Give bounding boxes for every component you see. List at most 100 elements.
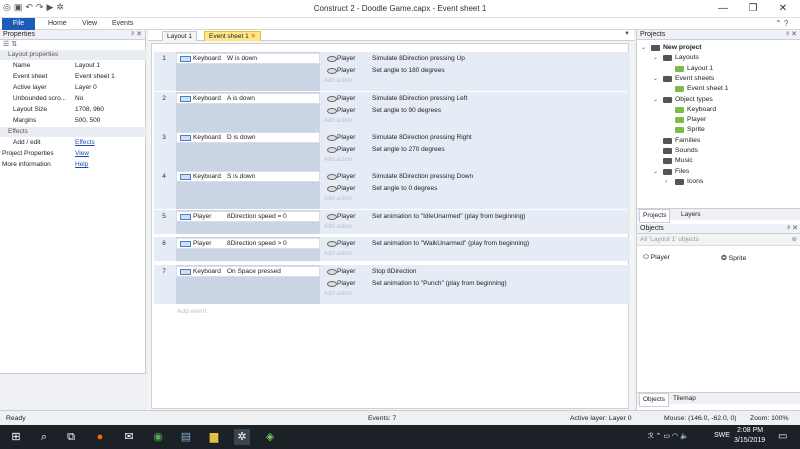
tree-folder-families[interactable]: Families [637, 136, 800, 146]
action-row[interactable]: Player Set angle to 270 degrees [322, 144, 630, 155]
tab-tilemap[interactable]: Tilemap [673, 393, 696, 405]
property-link[interactable]: Effects [75, 138, 95, 148]
tree-object-player[interactable]: Player [637, 115, 800, 125]
action-row[interactable]: Player Simulate 8Direction pressing Down [322, 171, 630, 182]
property-row[interactable]: Active layer Layer 0 [0, 83, 146, 93]
condition[interactable]: Keyboard A is down [176, 93, 320, 104]
add-action-link[interactable]: Add action [324, 157, 352, 163]
action-row[interactable]: Player Simulate 8Direction pressing Up [322, 53, 630, 64]
mail-icon[interactable]: ✉ [121, 429, 137, 445]
tree-folder-icons[interactable]: › Icons [637, 177, 800, 187]
tree-project-root[interactable]: ⌄ New project [637, 43, 800, 53]
panel-pin-close-icon[interactable]: ᵖ ✕ [788, 224, 798, 234]
tree-folder-event-sheets[interactable]: ⌄ Event sheets [637, 74, 800, 84]
file-explorer-icon[interactable]: ▆ [206, 429, 222, 445]
property-section[interactable]: Layout properties [0, 50, 146, 60]
tray-date[interactable]: 3/15/2019 [734, 437, 765, 444]
tree-layout-1[interactable]: Layout 1 [637, 64, 800, 74]
panel-pin-close-icon[interactable]: ᵖ ✕ [787, 30, 797, 40]
tree-folder-files[interactable]: ⌄ Files [637, 167, 800, 177]
chevron-down-icon[interactable]: ⌄ [653, 74, 658, 84]
event-block[interactable]: 7 Keyboard On Space pressed Player Stop 8Dir… [154, 265, 630, 304]
condition[interactable]: Keyboard On Space pressed [176, 266, 320, 277]
chevron-down-icon[interactable]: ⌄ [653, 167, 658, 177]
condition[interactable]: Keyboard W is down [176, 53, 320, 64]
event-block[interactable]: 2 Keyboard A is down Player Simulate 8Direct… [154, 92, 630, 131]
condition[interactable]: Player 8Direction speed = 0 [176, 211, 320, 222]
panel-pin-close-icon[interactable]: ᵖ ✕ [132, 30, 142, 40]
tab-event-sheet-1[interactable]: Event sheet 1 ✕ [204, 31, 262, 41]
minimize-button[interactable]: — [708, 1, 738, 16]
property-row[interactable]: Unbounded scro... No [0, 94, 146, 104]
add-action-link[interactable]: Add action [324, 291, 352, 297]
task-view-icon[interactable]: ⧉ [63, 429, 79, 445]
objects-filter[interactable]: All 'Layout 1' objects ⊕ [637, 234, 800, 246]
property-section[interactable]: Effects [0, 127, 146, 137]
action-row[interactable]: Player Simulate 8Direction pressing Right [322, 132, 630, 143]
object-sprite[interactable]: ❂ Sprite [721, 254, 746, 262]
sort-icons[interactable]: ☰ ⇅ [0, 40, 145, 50]
event-block[interactable]: 5 Player 8Direction speed = 0 Player Set ani… [154, 210, 630, 234]
start-icon[interactable]: ⊞ [8, 429, 24, 445]
tab-events[interactable]: Events [106, 18, 139, 30]
property-row[interactable]: Add / edit Effects [0, 138, 146, 148]
event-block[interactable]: 6 Player 8Direction speed > 0 Player Set ani… [154, 237, 630, 261]
tree-folder-music[interactable]: Music [637, 156, 800, 166]
add-event-link[interactable]: Add event [177, 308, 206, 315]
object-player[interactable]: ⬭ Player [643, 254, 670, 262]
add-action-link[interactable]: Add action [324, 118, 352, 124]
action-row[interactable]: Player Set angle to 0 degrees [322, 183, 630, 194]
chevron-down-icon[interactable]: ⌄ [653, 53, 658, 63]
tree-object-sprite[interactable]: Sprite [637, 125, 800, 135]
property-link[interactable]: View [75, 149, 89, 159]
tab-objects[interactable]: Objects [639, 393, 670, 407]
tab-list-dropdown-icon[interactable]: ▼ [624, 31, 630, 37]
chevron-down-icon[interactable]: ⌄ [641, 43, 646, 53]
tab-file[interactable]: File [2, 18, 35, 30]
tab-view[interactable]: View [76, 18, 103, 30]
tab-layers[interactable]: Layers [681, 209, 701, 221]
property-row[interactable]: Layout Size 1708, 960 [0, 105, 146, 115]
action-row[interactable]: Player Set animation to "Punch" (play fro… [322, 278, 630, 289]
add-object-icon[interactable]: ⊕ [792, 234, 797, 246]
property-row[interactable]: Project Properties View [0, 149, 146, 159]
condition[interactable]: Keyboard S is down [176, 171, 320, 182]
maximize-button[interactable]: ❐ [738, 1, 768, 16]
tree-folder-sounds[interactable]: Sounds [637, 146, 800, 156]
action-row[interactable]: Player Set animation to "WalkUnarmed" (pl… [322, 238, 630, 249]
action-row[interactable]: Player Set angle to 90 degrees [322, 105, 630, 116]
property-row[interactable]: Name Layout 1 [0, 61, 146, 71]
chrome-icon[interactable]: ◉ [150, 429, 166, 445]
app-icon[interactable]: ▤ [178, 429, 194, 445]
firefox-icon[interactable]: ● [92, 429, 108, 445]
tab-layout-1[interactable]: Layout 1 [162, 31, 197, 41]
event-block[interactable]: 3 Keyboard D is down Player Simulate 8Direct… [154, 131, 630, 170]
chevron-right-icon[interactable]: › [665, 177, 667, 187]
event-block[interactable]: 1 Keyboard W is down Player Simulate 8Direct… [154, 52, 630, 91]
tray-language[interactable]: SWE [714, 432, 730, 439]
action-row[interactable]: Player Set animation to "IdleUnarmed" (pl… [322, 211, 630, 222]
action-row[interactable]: Player Set angle to 180 degrees [322, 65, 630, 76]
action-row[interactable]: Player Simulate 8Direction pressing Left [322, 93, 630, 104]
property-row[interactable]: More information Help [0, 160, 146, 170]
close-tab-icon[interactable]: ✕ [251, 33, 256, 40]
add-action-link[interactable]: Add action [324, 78, 352, 84]
add-action-link[interactable]: Add action [324, 251, 352, 257]
tree-folder-object-types[interactable]: ⌄ Object types [637, 95, 800, 105]
action-row[interactable]: Player Stop 8Direction [322, 266, 630, 277]
notification-icon[interactable]: ▭ [778, 431, 787, 442]
property-row[interactable]: Margins 500, 500 [0, 116, 146, 126]
tab-home[interactable]: Home [42, 18, 73, 30]
add-action-link[interactable]: Add action [324, 196, 352, 202]
property-row[interactable]: Event sheet Event sheet 1 [0, 72, 146, 82]
tree-object-keyboard[interactable]: Keyboard [637, 105, 800, 115]
tab-projects[interactable]: Projects [639, 209, 671, 223]
tray-time[interactable]: 2:08 PM [737, 427, 763, 434]
close-button[interactable]: ✕ [768, 1, 798, 16]
event-block[interactable]: 4 Keyboard S is down Player Simulate 8Direct… [154, 170, 630, 209]
tray-icons[interactable]: ℛ ⌃ ▭ ◠ 🔈 [648, 432, 689, 440]
search-icon[interactable]: ⌕ [36, 429, 52, 445]
condition[interactable]: Player 8Direction speed > 0 [176, 238, 320, 249]
construct2-icon[interactable]: ✲ [234, 429, 250, 445]
chevron-down-icon[interactable]: ⌄ [653, 95, 658, 105]
